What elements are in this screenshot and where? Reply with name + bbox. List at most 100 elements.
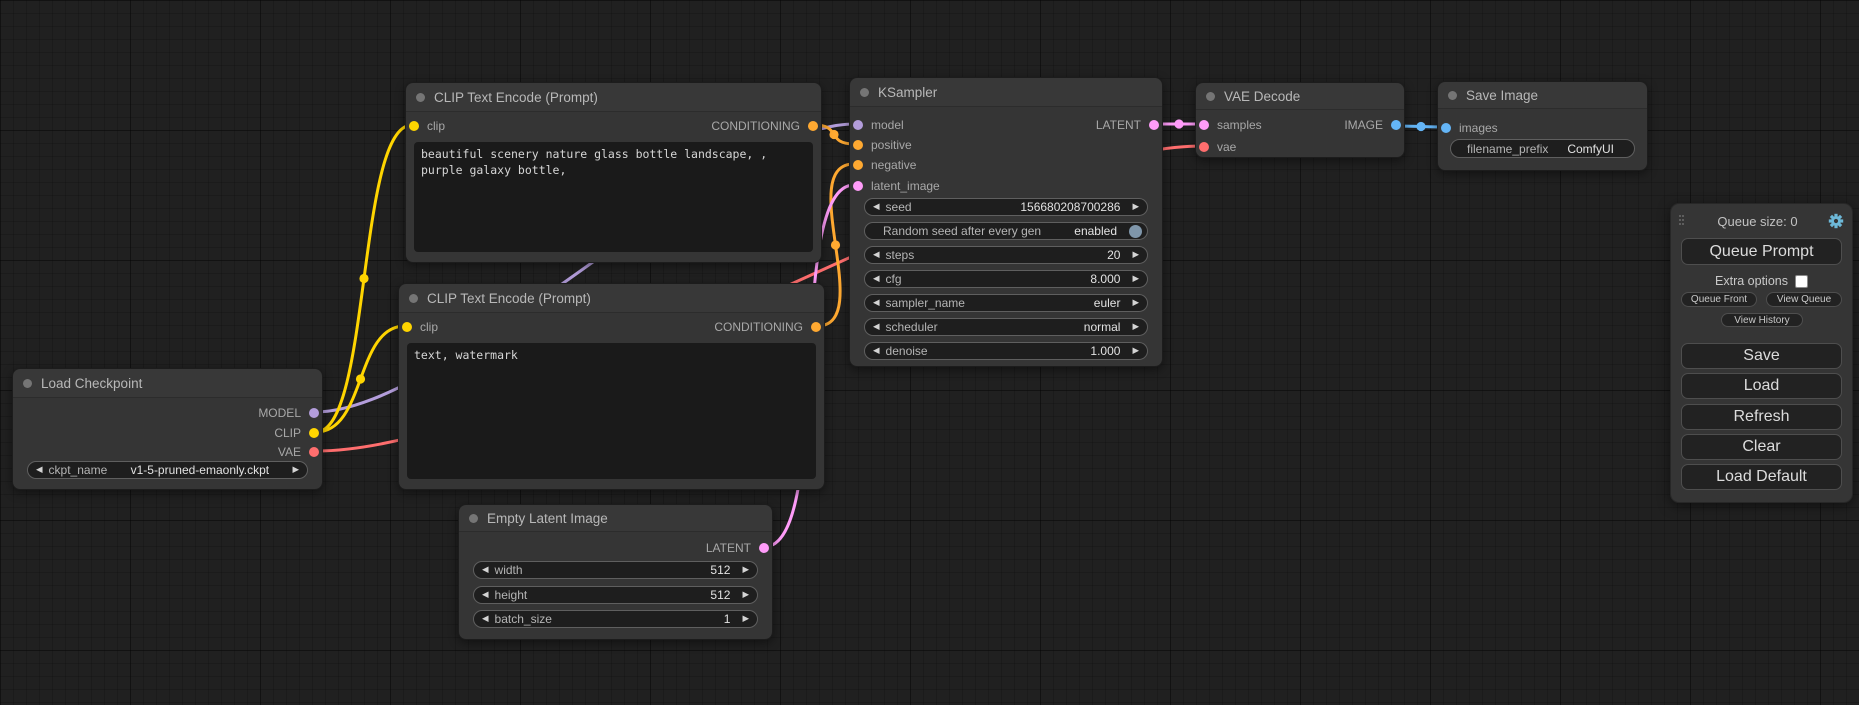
input-slot-negative[interactable]: negative [850, 155, 1162, 175]
latent-slot-icon[interactable] [853, 181, 863, 191]
node-clip-text-encode-positive[interactable]: CLIP Text Encode (Prompt) clip CONDITION… [405, 82, 822, 263]
output-slot-conditioning[interactable]: CONDITIONING [711, 119, 818, 133]
node-vae-decode[interactable]: VAE Decode samples IMAGE vae [1195, 82, 1405, 158]
node-title-bar[interactable]: KSampler [850, 78, 1162, 107]
seed-toggle-icon[interactable] [1129, 225, 1142, 238]
steps-widget[interactable]: ◀ steps 20 ▶ [864, 246, 1148, 264]
node-title-bar[interactable]: CLIP Text Encode (Prompt) [399, 284, 824, 313]
decrement-arrow-icon[interactable]: ◀ [873, 347, 880, 356]
load-default-button[interactable]: Load Default [1681, 464, 1842, 490]
decrement-arrow-icon[interactable]: ◀ [482, 591, 489, 600]
decrement-arrow-icon[interactable]: ◀ [873, 203, 880, 212]
input-slot-clip[interactable]: clip [409, 119, 445, 133]
queue-front-button[interactable]: Queue Front [1681, 292, 1757, 307]
node-title-bar[interactable]: Empty Latent Image [459, 505, 772, 532]
decrement-arrow-icon[interactable]: ◀ [36, 466, 43, 475]
vae-slot-icon[interactable] [309, 447, 319, 457]
image-slot-icon[interactable] [1391, 120, 1401, 130]
node-title-bar[interactable]: VAE Decode [1196, 83, 1404, 110]
model-slot-icon[interactable] [309, 408, 319, 418]
output-slot-model[interactable]: MODEL [13, 403, 322, 423]
clear-button[interactable]: Clear [1681, 434, 1842, 460]
width-widget[interactable]: ◀ width 512 ▶ [473, 561, 758, 579]
increment-arrow-icon[interactable]: ▶ [1132, 275, 1139, 284]
save-button[interactable]: Save [1681, 343, 1842, 369]
latent-slot-icon[interactable] [1199, 120, 1209, 130]
filename-prefix-widget[interactable]: filename_prefix ComfyUI [1450, 139, 1635, 158]
input-slot-clip[interactable]: clip [402, 320, 438, 334]
node-save-image[interactable]: Save Image images filename_prefix ComfyU… [1437, 81, 1648, 171]
increment-arrow-icon[interactable]: ▶ [1132, 299, 1139, 308]
increment-arrow-icon[interactable]: ▶ [1132, 203, 1139, 212]
output-slot-latent[interactable]: LATENT [1096, 118, 1159, 132]
output-slot-conditioning[interactable]: CONDITIONING [714, 320, 821, 334]
cfg-widget[interactable]: ◀ cfg 8.000 ▶ [864, 270, 1148, 288]
input-slot-model[interactable]: model [853, 118, 904, 132]
decrement-arrow-icon[interactable]: ◀ [873, 251, 880, 260]
input-slot-vae[interactable]: vae [1196, 137, 1404, 157]
node-title-bar[interactable]: CLIP Text Encode (Prompt) [406, 83, 821, 112]
extra-options-checkbox[interactable] [1795, 275, 1808, 288]
drag-handle-icon[interactable] [1679, 215, 1687, 227]
increment-arrow-icon[interactable]: ▶ [1132, 251, 1139, 260]
decrement-arrow-icon[interactable]: ◀ [482, 615, 489, 624]
increment-arrow-icon[interactable]: ▶ [742, 566, 749, 575]
node-load-checkpoint[interactable]: Load Checkpoint MODEL CLIP VAE ◀ ckpt_na… [12, 368, 323, 490]
scheduler-widget[interactable]: ◀ scheduler normal ▶ [864, 318, 1148, 336]
increment-arrow-icon[interactable]: ▶ [742, 591, 749, 600]
decrement-arrow-icon[interactable]: ◀ [873, 275, 880, 284]
height-widget[interactable]: ◀ height 512 ▶ [473, 586, 758, 604]
node-ksampler[interactable]: KSampler model LATENT positive negative … [849, 77, 1163, 367]
model-slot-icon[interactable] [853, 120, 863, 130]
widget-value: euler [971, 296, 1127, 310]
vae-slot-icon[interactable] [1199, 142, 1209, 152]
node-clip-text-encode-negative[interactable]: CLIP Text Encode (Prompt) clip CONDITION… [398, 283, 825, 490]
latent-slot-icon[interactable] [759, 543, 769, 553]
queue-prompt-button[interactable]: Queue Prompt [1681, 238, 1842, 265]
denoise-widget[interactable]: ◀ denoise 1.000 ▶ [864, 342, 1148, 360]
widget-value: normal [944, 320, 1127, 334]
seed-widget[interactable]: ◀ seed 156680208700286 ▶ [864, 198, 1148, 216]
conditioning-slot-icon[interactable] [853, 160, 863, 170]
decrement-arrow-icon[interactable]: ◀ [482, 566, 489, 575]
clip-slot-icon[interactable] [402, 322, 412, 332]
conditioning-slot-icon[interactable] [808, 121, 818, 131]
slot-label: LATENT [706, 541, 751, 555]
decrement-arrow-icon[interactable]: ◀ [873, 323, 880, 332]
output-slot-clip[interactable]: CLIP [13, 423, 322, 443]
increment-arrow-icon[interactable]: ▶ [292, 466, 299, 475]
negative-prompt-textarea[interactable]: text, watermark [407, 343, 816, 479]
increment-arrow-icon[interactable]: ▶ [1132, 347, 1139, 356]
node-title-bar[interactable]: Save Image [1438, 82, 1647, 109]
increment-arrow-icon[interactable]: ▶ [1132, 323, 1139, 332]
clip-conditioning-row: clip CONDITIONING [399, 317, 824, 337]
increment-arrow-icon[interactable]: ▶ [742, 615, 749, 624]
refresh-button[interactable]: Refresh [1681, 404, 1842, 430]
conditioning-slot-icon[interactable] [811, 322, 821, 332]
settings-gear-icon[interactable] [1828, 213, 1844, 229]
output-slot-image[interactable]: IMAGE [1344, 118, 1401, 132]
output-slot-vae[interactable]: VAE [13, 442, 322, 462]
input-slot-images[interactable]: images [1438, 118, 1647, 138]
positive-prompt-textarea[interactable]: beautiful scenery nature glass bottle la… [414, 142, 813, 252]
view-history-button[interactable]: View History [1721, 313, 1803, 327]
input-slot-latent-image[interactable]: latent_image [850, 176, 1162, 196]
sampler-name-widget[interactable]: ◀ sampler_name euler ▶ [864, 294, 1148, 312]
image-slot-icon[interactable] [1441, 123, 1451, 133]
node-empty-latent-image[interactable]: Empty Latent Image LATENT ◀ width 512 ▶ … [458, 504, 773, 640]
load-button[interactable]: Load [1681, 373, 1842, 399]
random-seed-widget[interactable]: Random seed after every gen enabled [864, 222, 1148, 240]
latent-slot-icon[interactable] [1149, 120, 1159, 130]
comfyui-canvas[interactable]: { "colors": { "model": "#B39DDB", "clip"… [0, 0, 1859, 705]
view-queue-button[interactable]: View Queue [1766, 292, 1842, 307]
ckpt-name-widget[interactable]: ◀ ckpt_name v1-5-pruned-emaonly.ckpt ▶ [27, 461, 308, 479]
clip-slot-icon[interactable] [309, 428, 319, 438]
clip-slot-icon[interactable] [409, 121, 419, 131]
input-slot-samples[interactable]: samples [1199, 118, 1262, 132]
decrement-arrow-icon[interactable]: ◀ [873, 299, 880, 308]
input-slot-positive[interactable]: positive [850, 135, 1162, 155]
batch-size-widget[interactable]: ◀ batch_size 1 ▶ [473, 610, 758, 628]
conditioning-slot-icon[interactable] [853, 140, 863, 150]
node-title-bar[interactable]: Load Checkpoint [13, 369, 322, 398]
output-slot-latent[interactable]: LATENT [459, 538, 772, 558]
